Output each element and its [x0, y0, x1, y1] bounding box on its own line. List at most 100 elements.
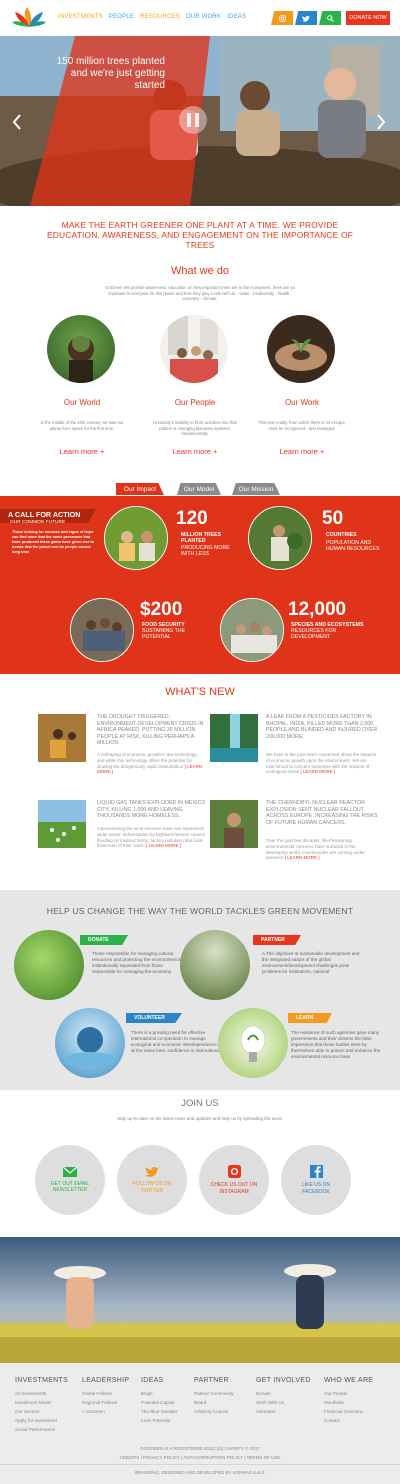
footer-link[interactable]: Global Fellows [82, 1389, 129, 1398]
footer-link[interactable]: Work With Us [256, 1398, 311, 1407]
footer-link[interactable]: Advisory Council [194, 1407, 234, 1416]
footer-divider [0, 1464, 400, 1465]
header-instagram-button[interactable] [271, 11, 293, 25]
help-volunteer-image [55, 1008, 125, 1078]
nav-resources[interactable]: RESOURCES [140, 14, 180, 20]
footer-link[interactable]: Social Performance [15, 1425, 68, 1434]
footer-link[interactable]: The Blue Sweater [141, 1407, 178, 1416]
news-text-1: A reshaping of economic growth's new tec… [97, 752, 203, 775]
footer-heading: WHO WE ARE [324, 1377, 374, 1384]
footer-credits: BRANDING, DESIGNED AND DEVELOPED BY KONR… [135, 1470, 265, 1475]
help-partner-button[interactable]: PARTNER [253, 935, 301, 945]
help-donate-image [14, 930, 84, 1000]
footer-link[interactable]: Regional Fellows [82, 1398, 129, 1407]
help-learn-text: The existence of such agencies gave many… [291, 1030, 381, 1059]
what-we-do-heading: What we do [170, 265, 230, 277]
help-donate-button[interactable]: DONATE [80, 935, 128, 945]
whats-new-heading: WHAT'S NEW [165, 686, 235, 698]
footer-heading: PARTNER [194, 1377, 229, 1384]
help-learn-image [218, 1008, 288, 1078]
news-title-2[interactable]: A LEAK FROM A PESTICIDES FACTORY IN BHOP… [266, 714, 378, 740]
footer-link[interactable]: Manifesto [324, 1398, 373, 1407]
our-work-text: This new reality, from which there is no… [258, 420, 346, 431]
donate-now-button[interactable]: DONATE NOW [346, 11, 390, 25]
hero-slider: 150 million trees planted and we're just… [0, 36, 400, 206]
footer-link[interactable]: Apply for Investment [15, 1416, 68, 1425]
join-us-heading: JOIN US [181, 1098, 219, 1109]
news-title-1[interactable]: THE DROUGHT TRIGGERED, ENVIRONMENT-DEVEL… [97, 714, 205, 747]
header-twitter-button[interactable] [295, 11, 317, 25]
news-thumb-3 [38, 800, 86, 848]
site-header: INVESTMENTS PEOPLE RESOURCES OUR WORK ID… [0, 0, 400, 36]
twitter-icon [302, 15, 310, 22]
our-people-title: Our People [174, 398, 216, 407]
join-twitter-button[interactable]: FOLLOW US ON TWITTER [117, 1145, 187, 1215]
footer-link[interactable]: Donate [256, 1389, 311, 1398]
footer-link[interactable]: Blogs [141, 1389, 178, 1398]
footer-link[interactable]: Board [194, 1398, 234, 1407]
footer-heading: INVESTMENTS [15, 1377, 69, 1384]
email-icon [63, 1166, 77, 1177]
tab-our-model[interactable]: Our Model [177, 483, 221, 495]
impact-image-trees [104, 506, 168, 570]
call-text: Those looking for success and signs of h… [12, 530, 95, 554]
news-title-4[interactable]: THE CHERNOBYL NUCLEAR REACTOR EXPLOSION … [266, 800, 378, 826]
news-thumb-2 [210, 714, 258, 762]
footer-col-partner: PARTNER Partner Community Board Advisory… [194, 1377, 234, 1416]
footer-link[interactable]: Our Sectors [15, 1407, 68, 1416]
gogreen-logo[interactable] [12, 6, 46, 28]
news-title-3[interactable]: LIQUID GAS TANKS EXPLODED IN MEXICO CITY… [97, 800, 207, 820]
search-icon [326, 14, 334, 22]
slider-next-icon[interactable] [376, 114, 386, 130]
join-facebook-button[interactable]: LIKE US ON FACEBOOK [281, 1145, 351, 1215]
help-heading: HELP US CHANGE THE WAY THE WORLD TACKLES… [46, 906, 354, 916]
impact-tabs: Our Impact Our Model Our Mission [0, 483, 400, 497]
header-search-button[interactable] [319, 11, 341, 25]
nav-investments[interactable]: INVESTMENTS [58, 14, 103, 20]
help-volunteer-button[interactable]: VOLUNTEER [126, 1013, 182, 1023]
footer-col-ideas: IDEAS Blogs Potential Capital The Blue S… [141, 1377, 178, 1425]
news-learn-more-4[interactable]: [ LEARN MORE ] [285, 855, 320, 860]
news-text-4: Over the past few decades, life-threaten… [266, 838, 365, 861]
tab-our-impact[interactable]: Our Impact [116, 483, 164, 495]
footer-link[interactable]: Investment Model [15, 1398, 68, 1407]
help-volunteer-text: There is a growing need for effective in… [131, 1030, 226, 1053]
our-people-image [160, 315, 228, 383]
tab-our-mission[interactable]: Our Mission [232, 483, 280, 495]
footer-link[interactable]: Partner Community [194, 1389, 234, 1398]
footer-col-leadership: LEADERSHIP Global Fellows Regional Fello… [82, 1377, 129, 1416]
nav-people[interactable]: PEOPLE [109, 14, 134, 20]
nav-ideas[interactable]: IDEAS [227, 14, 246, 20]
stat-trees-number: 120 [176, 508, 208, 529]
footer-legal-links[interactable]: CREDITS | PRIVACY POLICY | ANTI-CORRUPTI… [0, 1455, 400, 1460]
join-instagram-button[interactable]: CHECK US OUT ON INSTAGRAM [199, 1145, 269, 1215]
footer-photo [0, 1237, 400, 1363]
footer-link[interactable]: Contact [324, 1416, 373, 1425]
our-world-learn-more[interactable]: Learn more + [27, 447, 137, 456]
nav-our-work[interactable]: OUR WORK [186, 14, 221, 20]
mission-tagline: MAKE THE EARTH GREENER ONE PLANT AT A TI… [47, 220, 353, 250]
footer-link[interactable]: Potential Capital [141, 1398, 178, 1407]
our-work-title: Our Work [284, 398, 320, 407]
footer-link[interactable]: All Investments [15, 1389, 68, 1398]
footer-link[interactable]: + GoGreen [82, 1407, 129, 1416]
our-work-learn-more[interactable]: Learn more + [247, 447, 357, 456]
join-instagram-label: CHECK US OUT ON INSTAGRAM [210, 1182, 258, 1195]
help-learn-button[interactable]: LEARN [288, 1013, 332, 1023]
footer-col-investments: INVESTMENTS All Investments Investment M… [15, 1377, 68, 1434]
news-learn-more-3[interactable]: [ LEARN MORE ] [146, 843, 181, 848]
join-newsletter-button[interactable]: GET OUT EMAIL NEWSLETTER [35, 1145, 105, 1215]
our-people-learn-more[interactable]: Learn more + [140, 447, 250, 456]
footer-link[interactable]: Financial Overview [324, 1407, 373, 1416]
call-subtitle: OUR COMMON FUTURE [10, 520, 66, 525]
call-title: A CALL FOR ACTION [8, 510, 81, 519]
help-partner-text: A The objective of sustainable developme… [262, 951, 360, 974]
footer-link[interactable]: Volunteer [256, 1407, 311, 1416]
instagram-icon [278, 14, 286, 22]
instagram-icon [227, 1165, 241, 1179]
footer-link[interactable]: Our People [324, 1389, 373, 1398]
footer-link[interactable]: Lean Potential [141, 1416, 178, 1425]
slider-prev-icon[interactable] [12, 114, 22, 130]
news-learn-more-2[interactable]: [ LEARN MORE ] [301, 769, 336, 774]
join-facebook-label: LIKE US ON FACEBOOK [301, 1182, 331, 1195]
